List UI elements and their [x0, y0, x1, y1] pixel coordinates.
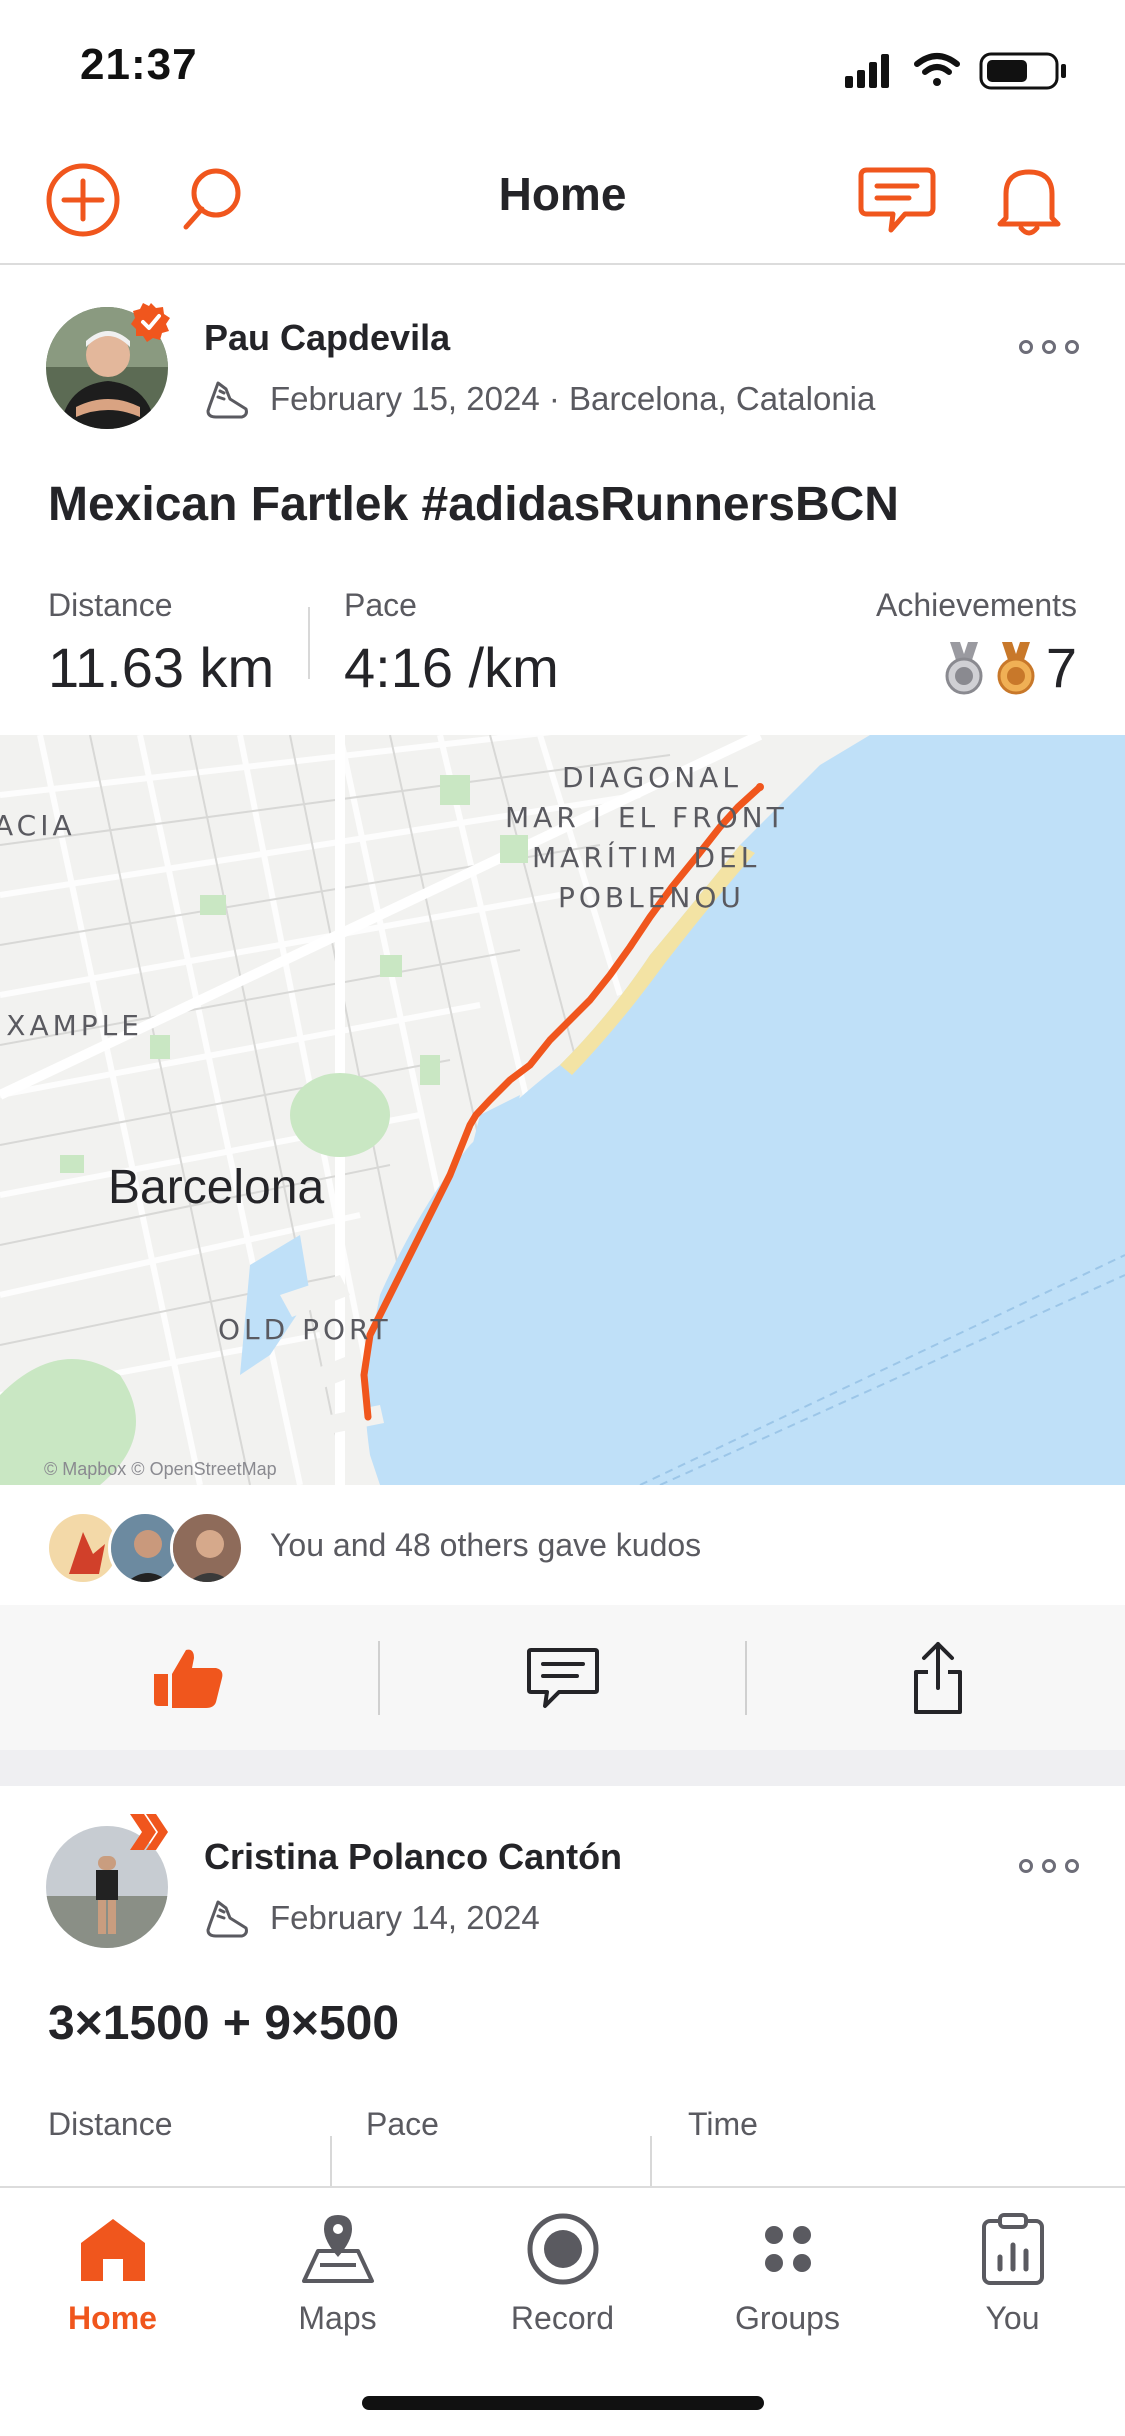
map-label-district: ACIA	[0, 809, 76, 842]
record-icon	[527, 2213, 598, 2285]
tab-label: Record	[510, 2300, 615, 2336]
activity-meta: February 14, 2024	[204, 1894, 540, 1942]
avatar	[170, 1511, 244, 1585]
feed-separator	[0, 1750, 1125, 1786]
tab-record[interactable]: Record	[450, 2204, 675, 2354]
map-label-district: OLD PORT	[218, 1313, 392, 1346]
kudos-text: You and 48 others gave kudos	[270, 1527, 702, 1563]
stat-label-distance: Distance	[48, 2106, 173, 2142]
bell-icon	[997, 169, 1061, 236]
messages-button[interactable]	[852, 155, 942, 245]
more-options-button[interactable]	[1019, 332, 1079, 362]
stat-label-pace: Pace	[366, 2106, 439, 2142]
map-icon	[301, 2215, 374, 2283]
tab-label: You	[985, 2300, 1040, 2336]
activity-map[interactable]: DIAGONAL MAR I EL FRONT MARÍTIM DEL POBL…	[0, 735, 1125, 1485]
cellular-signal-icon	[845, 54, 889, 88]
stat-label-achievements: Achievements	[876, 587, 1077, 623]
kudos-row[interactable]: You and 48 others gave kudos	[0, 1485, 1125, 1605]
athlete-name[interactable]: Pau Capdevila	[204, 317, 450, 359]
chat-icon	[858, 167, 936, 233]
kudos-button[interactable]	[0, 1605, 375, 1750]
dot-icon	[1065, 1859, 1079, 1873]
run-shoe-icon	[206, 381, 248, 419]
activity-title[interactable]: Mexican Fartlek #adidasRunnersBCN	[48, 477, 899, 532]
activity-post: Cristina Polanco Cantón February 14, 202…	[0, 1786, 1125, 2186]
battery-icon	[979, 52, 1066, 90]
map-label-district: POBLENOU	[558, 881, 745, 914]
comment-button[interactable]	[375, 1605, 750, 1750]
stat-label-distance: Distance	[48, 587, 173, 623]
comment-icon	[526, 1647, 599, 1708]
athlete-name[interactable]: Cristina Polanco Cantón	[204, 1836, 622, 1878]
stat-value-distance: 11.63 km	[48, 636, 275, 699]
tab-groups[interactable]: Groups	[675, 2204, 900, 2354]
activity-title[interactable]: 3×1500 + 9×500	[48, 1996, 399, 2051]
groups-icon	[764, 2226, 811, 2272]
stat-divider	[308, 607, 310, 679]
dot-icon	[1042, 340, 1056, 354]
tab-maps[interactable]: Maps	[225, 2204, 450, 2354]
tab-label: Groups	[735, 2300, 840, 2336]
notifications-button[interactable]	[984, 155, 1074, 245]
map-label-district: MAR I EL FRONT	[505, 801, 788, 834]
page-title: Home	[498, 168, 627, 220]
more-options-button[interactable]	[1019, 1851, 1079, 1881]
map-label-district: IXAMPLE	[0, 1009, 143, 1042]
subscriber-badge-icon	[130, 1814, 168, 1850]
status-icons	[845, 52, 1066, 90]
verified-badge-icon	[131, 303, 170, 342]
stat-label-pace: Pace	[344, 587, 417, 623]
map-label-district: DIAGONAL	[562, 761, 742, 794]
action-bar	[0, 1605, 1125, 1750]
wifi-icon	[914, 53, 960, 86]
dot-icon	[1019, 1859, 1033, 1873]
tab-label: Maps	[298, 2300, 377, 2336]
map-label-city: Barcelona	[108, 1161, 324, 1214]
status-time: 21:37	[80, 40, 198, 89]
share-button[interactable]	[750, 1605, 1125, 1750]
nav-header: Home	[0, 135, 1125, 265]
tab-you[interactable]: You	[900, 2204, 1125, 2354]
activity-meta: February 15, 2024 · Barcelona, Catalonia	[204, 375, 875, 423]
stat-label-time: Time	[688, 2106, 758, 2142]
map-label-district: MARÍTIM DEL	[532, 840, 760, 874]
achievements-count: 7	[1045, 636, 1077, 699]
silver-medal-icon	[945, 641, 983, 694]
share-icon	[913, 1641, 962, 1714]
home-icon	[80, 2219, 145, 2281]
date-location: February 15, 2024 · Barcelona, Catalonia	[270, 380, 876, 417]
stat-divider	[650, 2136, 652, 2186]
activity-date: February 14, 2024	[270, 1899, 540, 1936]
home-indicator[interactable]	[362, 2396, 764, 2410]
dot-icon	[1065, 340, 1079, 354]
dot-icon	[1019, 340, 1033, 354]
thumbs-up-icon	[153, 1649, 222, 1708]
status-bar: 21:37	[0, 0, 1125, 135]
stat-divider	[330, 2136, 332, 2186]
map-attribution: © Mapbox © OpenStreetMap	[44, 1459, 277, 1479]
stat-value-pace: 4:16 /km	[344, 636, 559, 699]
tab-home[interactable]: Home	[0, 2204, 225, 2354]
bronze-medal-icon	[997, 641, 1035, 694]
dot-icon	[1042, 1859, 1056, 1873]
achievements[interactable]: 7	[942, 635, 1077, 700]
run-shoe-icon	[206, 1900, 248, 1938]
profile-icon	[981, 2213, 1044, 2285]
tab-label: Home	[68, 2300, 157, 2336]
divider	[745, 1641, 747, 1715]
